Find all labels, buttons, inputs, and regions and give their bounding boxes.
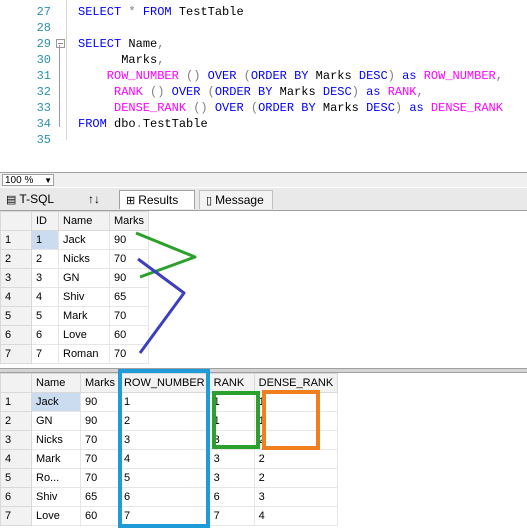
line-number: 30 bbox=[36, 53, 51, 67]
code-token: , bbox=[416, 85, 424, 99]
line-number: 29 bbox=[36, 37, 51, 51]
sql-editor[interactable]: 27 SELECT * FROM TestTable 28 29− SELECT Nam… bbox=[0, 0, 527, 172]
code-text: DENSE_RANK () OVER (ORDER BY Marks DESC)… bbox=[78, 100, 503, 116]
code-token: ROW_NUMBER bbox=[416, 69, 496, 83]
code-token: ROW_NUMBER bbox=[78, 69, 179, 83]
code-line[interactable]: 28 bbox=[0, 20, 527, 36]
code-token: OVER bbox=[171, 85, 201, 99]
code-token: Marks bbox=[272, 85, 323, 99]
collapse-icon[interactable]: − bbox=[56, 39, 65, 48]
line-number: 27 bbox=[36, 5, 51, 19]
code-token: ) bbox=[351, 85, 367, 99]
code-token: ( bbox=[200, 85, 215, 99]
message-icon: ▯ bbox=[206, 195, 213, 207]
code-line[interactable]: 31 ROW_NUMBER () OVER (ORDER BY Marks DE… bbox=[0, 68, 527, 84]
code-text: ROW_NUMBER () OVER (ORDER BY Marks DESC)… bbox=[78, 68, 503, 84]
code-line[interactable]: 32 RANK () OVER (ORDER BY Marks DESC) as… bbox=[0, 84, 527, 100]
code-token: ORDER BY bbox=[214, 85, 273, 99]
blue-arrow-annotation bbox=[137, 257, 186, 354]
zoom-value: 100 % bbox=[5, 175, 34, 186]
code-token: SELECT bbox=[78, 5, 122, 19]
zoom-dropdown[interactable]: 100 % ▼ bbox=[2, 174, 54, 186]
code-token: ) bbox=[387, 69, 403, 83]
code-token: DESC bbox=[322, 85, 352, 99]
code-text: SELECT * FROM TestTable bbox=[78, 4, 244, 20]
code-token: OVER bbox=[214, 101, 244, 115]
code-text: FROM dbo.TestTable bbox=[78, 116, 208, 132]
code-token: . bbox=[135, 117, 143, 131]
line-number: 34 bbox=[36, 117, 51, 131]
code-text: SELECT Name, bbox=[78, 36, 164, 52]
sort-toggle-button[interactable]: ↑↓ bbox=[82, 190, 116, 209]
line-number: 28 bbox=[36, 21, 51, 35]
sort-arrows-icon: ↑↓ bbox=[88, 192, 100, 206]
chevron-down-icon: ▼ bbox=[44, 176, 52, 185]
code-token: TestTable bbox=[142, 117, 208, 131]
results-area: ID Name Marks 1 1 Jack 90 2 2 Nicks 70 3 3 GN 90 4 4 Shi… bbox=[0, 211, 527, 531]
line-number: 31 bbox=[36, 69, 51, 83]
code-token: SELECT bbox=[78, 37, 122, 51]
code-token: ( bbox=[236, 69, 251, 83]
code-token: ORDER BY bbox=[258, 101, 316, 115]
code-token: ) bbox=[394, 101, 410, 115]
line-number: 35 bbox=[36, 133, 51, 147]
tab-messages[interactable]: ▯ Message bbox=[199, 190, 273, 209]
code-token: Marks bbox=[315, 101, 367, 115]
tab-messages-label: Message bbox=[215, 193, 264, 207]
code-token: as bbox=[366, 85, 381, 99]
code-text: Marks, bbox=[78, 52, 164, 68]
rank-highlight-box bbox=[212, 391, 260, 449]
editor-status-bar: 100 % ▼ bbox=[0, 172, 527, 187]
line-number: 33 bbox=[36, 101, 51, 115]
code-token: , bbox=[157, 53, 165, 67]
code-line[interactable]: 27 SELECT * FROM TestTable bbox=[0, 4, 527, 20]
green-arrow-annotation bbox=[135, 231, 197, 279]
code-token: RANK bbox=[380, 85, 417, 99]
code-token: Marks bbox=[78, 53, 158, 67]
code-token: Marks bbox=[308, 69, 359, 83]
code-token: ORDER BY bbox=[250, 69, 309, 83]
grid-icon: ⊞ bbox=[126, 195, 136, 207]
code-token: RANK bbox=[78, 85, 143, 99]
code-line[interactable]: 33 DENSE_RANK () OVER (ORDER BY Marks DE… bbox=[0, 100, 527, 116]
code-token: , bbox=[495, 69, 503, 83]
code-token: () bbox=[142, 85, 172, 99]
code-line[interactable]: 29− SELECT Name, bbox=[0, 36, 527, 52]
code-line[interactable]: 35 bbox=[0, 132, 527, 148]
code-token: dbo bbox=[106, 117, 136, 131]
code-token: FROM bbox=[142, 5, 172, 19]
tab-results-label: Results bbox=[138, 193, 179, 207]
code-token: as bbox=[409, 101, 424, 115]
code-token: OVER bbox=[207, 69, 237, 83]
results-tab-bar: ▤ T-SQL ↑↓ ⊞ Results ▯ Message bbox=[0, 188, 527, 211]
code-token: FROM bbox=[78, 117, 107, 131]
code-token: as bbox=[402, 69, 417, 83]
code-token: ( bbox=[243, 101, 259, 115]
code-token: , bbox=[157, 37, 165, 51]
annotation-overlay bbox=[118, 231, 320, 528]
code-token: () bbox=[186, 101, 215, 115]
code-token: DENSE_RANK bbox=[423, 101, 503, 115]
dense-rank-highlight-box bbox=[262, 390, 320, 450]
tab-tsql-label: T-SQL bbox=[19, 192, 55, 206]
row-number-highlight-box bbox=[118, 369, 210, 528]
code-token: DESC bbox=[366, 101, 395, 115]
code-token: DESC bbox=[358, 69, 388, 83]
tsql-icon: ▤ bbox=[6, 194, 17, 206]
code-token: * bbox=[128, 5, 136, 19]
code-token: DENSE_RANK bbox=[78, 101, 187, 115]
tab-results[interactable]: ⊞ Results bbox=[119, 190, 195, 209]
code-text: RANK () OVER (ORDER BY Marks DESC) as RA… bbox=[78, 84, 424, 100]
code-token: TestTable bbox=[171, 5, 244, 19]
line-number: 32 bbox=[36, 85, 51, 99]
code-token: () bbox=[178, 69, 208, 83]
tab-tsql[interactable]: ▤ T-SQL bbox=[0, 190, 78, 209]
code-line[interactable]: 34 FROM dbo.TestTable bbox=[0, 116, 527, 132]
code-line[interactable]: 30 Marks, bbox=[0, 52, 527, 68]
code-token: Name bbox=[121, 37, 158, 51]
